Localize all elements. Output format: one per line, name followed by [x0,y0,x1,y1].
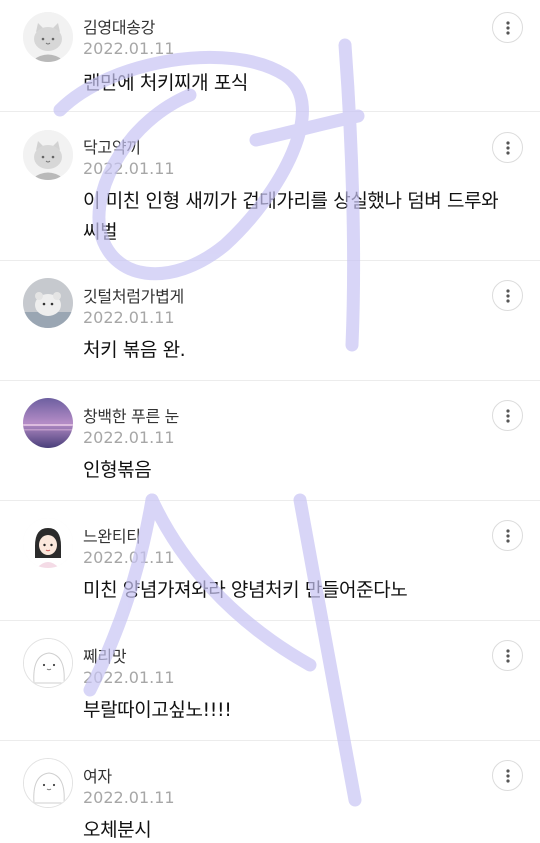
comment-author[interactable]: 느완티티 [83,523,141,547]
comment-date: 2022.01.11 [83,39,175,58]
comment-item: 깃털처럼가볍게 2022.01.11 처키 볶음 완. [0,261,540,381]
more-vertical-icon [505,648,510,663]
more-vertical-icon [505,140,510,155]
comment-text: 랜만에 처키찌개 포식 [83,72,248,94]
more-options-button[interactable] [492,400,523,431]
cat-avatar-icon[interactable] [23,130,73,180]
comment-author[interactable]: 김영대송강 [83,14,155,38]
comment-author[interactable]: 쩨리맛 [83,643,127,667]
comment-item: 김영대송강 2022.01.11 랜만에 처키찌개 포식 [0,0,540,112]
comment-text: 부랄따이고싶노!!!! [83,699,232,721]
more-options-button[interactable] [492,12,523,43]
comment-author[interactable]: 여자 [83,763,112,787]
more-vertical-icon [505,768,510,783]
comment-date: 2022.01.11 [83,788,175,807]
comment-date: 2022.01.11 [83,668,175,687]
comment-date: 2022.01.11 [83,428,175,447]
comment-text: 처키 볶음 완. [83,339,186,361]
comment-date: 2022.01.11 [83,548,175,567]
comment-text: 인형볶음 [83,459,152,481]
more-options-button[interactable] [492,132,523,163]
more-vertical-icon [505,528,510,543]
comment-author[interactable]: 닥고약끼 [83,134,141,158]
more-vertical-icon [505,20,510,35]
more-options-button[interactable] [492,760,523,791]
comment-item: 창백한 푸른 눈 2022.01.11 인형볶음 [0,381,540,501]
comment-item: 닥고약끼 2022.01.11 이 미친 인형 새끼가 겁대가리를 상실했나 덤… [0,112,540,261]
comment-date: 2022.01.11 [83,159,175,178]
more-options-button[interactable] [492,280,523,311]
comment-text: 이 미친 인형 새끼가 겁대가리를 상실했나 덤벼 드루와 씨벌 [83,190,499,243]
comment-item: 쩨리맛 2022.01.11 부랄따이고싶노!!!! [0,621,540,741]
comment-author[interactable]: 깃털처럼가볍게 [83,283,184,307]
girl-drawing-icon[interactable] [23,518,73,568]
comment-date: 2022.01.11 [83,308,175,327]
hamster-photo-icon[interactable] [23,278,73,328]
cat-avatar-icon[interactable] [23,12,73,62]
more-options-button[interactable] [492,640,523,671]
comment-list: 김영대송강 2022.01.11 랜만에 처키찌개 포식 닥고약끼 2022.0… [0,0,540,843]
purple-sunset-photo-icon[interactable] [23,398,73,448]
white-blob-avatar-icon[interactable] [23,758,73,808]
more-vertical-icon [505,288,510,303]
comment-item: 느완티티 2022.01.11 미친 양념가져와라 양념처키 만들어준다노 [0,501,540,621]
more-options-button[interactable] [492,520,523,551]
white-blob-avatar-icon[interactable] [23,638,73,688]
comment-text: 미친 양념가져와라 양념처키 만들어준다노 [83,579,408,601]
comment-item: 여자 2022.01.11 오체분시 [0,741,540,843]
comment-author[interactable]: 창백한 푸른 눈 [83,403,179,427]
more-vertical-icon [505,408,510,423]
comment-text: 오체분시 [83,819,152,841]
